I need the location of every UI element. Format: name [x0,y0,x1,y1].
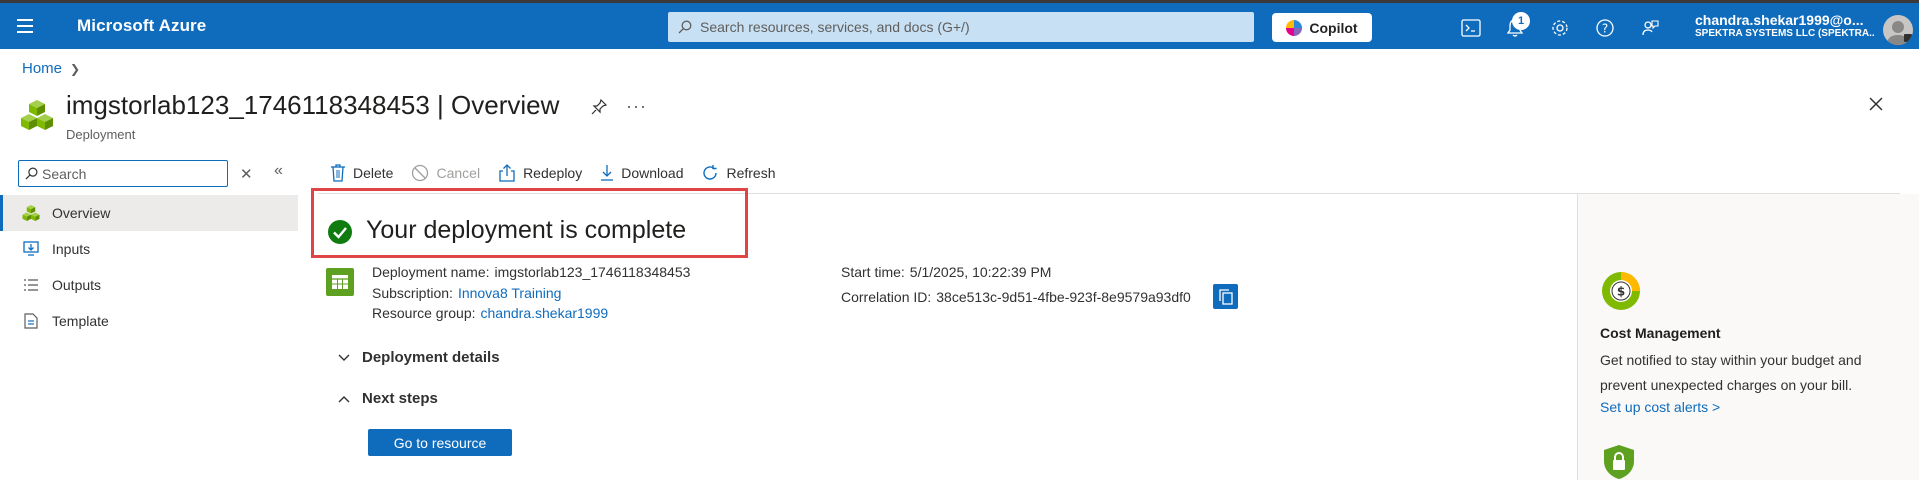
deployment-name-value: imgstorlab123_1746118348453 [494,264,691,280]
chevron-up-icon [338,395,350,402]
close-icon[interactable] [1868,96,1884,115]
account-name: chandra.shekar1999@o... [1695,12,1864,28]
download-label: Download [621,165,684,181]
more-options-icon[interactable]: ··· [626,96,647,117]
trash-icon [331,164,345,182]
refresh-icon [703,165,718,180]
search-icon [25,167,38,180]
set-up-cost-alerts-link[interactable]: Set up cost alerts > [1600,399,1720,415]
command-bar: Delete Cancel Redeploy Download Refresh [330,161,794,185]
cost-management-icon: $ [1600,270,1642,315]
breadcrumb-home-link[interactable]: Home [22,60,62,77]
cancel-button[interactable]: Cancel [411,164,480,182]
delete-button[interactable]: Delete [330,164,393,182]
nav-item-label: Template [52,313,109,329]
pin-icon[interactable] [590,98,608,119]
nav-menu: Overview Inputs Outputs Template [0,195,298,339]
security-shield-icon [1602,444,1636,480]
notification-badge: 1 [1512,12,1530,30]
nav-search-field[interactable] [18,160,228,187]
cloud-shell-icon[interactable] [1460,17,1482,39]
portal-brand[interactable]: Microsoft Azure [77,16,206,36]
deployment-details-label: Deployment details [362,349,500,366]
refresh-button[interactable]: Refresh [701,164,776,182]
settings-gear-icon[interactable] [1549,17,1571,39]
nav-item-inputs[interactable]: Inputs [0,231,298,267]
nav-item-label: Outputs [52,277,102,293]
top-bar: Microsoft Azure Search resources, servic… [0,0,1919,49]
copy-icon [1218,288,1233,305]
svg-text:?: ? [1602,22,1608,36]
resource-group-row: Resource group: chandra.shekar1999 [372,305,608,321]
go-to-resource-button[interactable]: Go to resource [368,429,512,456]
next-steps-label: Next steps [362,390,438,407]
deployment-details-toggle[interactable]: Deployment details [338,349,500,366]
clear-search-icon[interactable]: ✕ [240,165,253,183]
copilot-button[interactable]: Copilot [1272,13,1372,42]
account-org: SPEKTRA SYSTEMS LLC (SPEKTRA... [1695,28,1875,40]
deployment-status-heading: Your deployment is complete [366,216,687,244]
cost-management-title: Cost Management [1600,325,1721,341]
redeploy-button[interactable]: Redeploy [498,164,582,182]
collapse-nav-icon[interactable]: « [274,162,283,180]
correlation-id-row: Correlation ID: 38ce513c-9d51-4fbe-923f-8… [841,289,1191,305]
cost-management-description: Get notified to stay within your budget … [1600,352,1862,393]
avatar[interactable] [1883,15,1913,45]
copilot-label: Copilot [1309,19,1358,36]
deployment-cubes-icon [20,98,54,135]
copilot-icon [1286,19,1303,36]
copy-to-clipboard-button[interactable] [1213,284,1238,309]
deployment-name-row: Deployment name: imgstorlab123_1746118348… [372,264,690,280]
nav-item-template[interactable]: Template [0,303,298,339]
deployment-name-label: Deployment name: [372,264,490,280]
start-time-label: Start time: [841,264,905,280]
next-steps-toggle[interactable]: Next steps [338,390,438,407]
correlation-id-value: 38ce513c-9d51-4fbe-923f-8e9579a93df0 [936,289,1191,305]
nav-item-overview[interactable]: Overview [0,195,298,231]
global-search-placeholder: Search resources, services, and docs (G+… [700,19,970,35]
subscription-label: Subscription: [372,285,453,301]
outputs-icon [22,276,40,294]
correlation-id-label: Correlation ID: [841,289,932,305]
page-subtitle: Deployment [66,127,136,142]
page-title: imgstorlab123_1746118348453 | Overview [66,90,560,120]
global-search-input[interactable]: Search resources, services, and docs (G+… [668,12,1254,42]
resource-group-label: Resource group: [372,305,476,321]
refresh-label: Refresh [726,165,776,181]
download-icon [601,165,614,181]
nav-item-outputs[interactable]: Outputs [0,267,298,303]
menu-icon[interactable] [17,14,41,38]
account-menu[interactable]: chandra.shekar1999@o... SPEKTRA SYSTEMS … [1695,12,1875,40]
template-icon [22,312,40,330]
svg-text:$: $ [1617,285,1625,299]
cancel-label: Cancel [436,165,481,181]
subscription-row: Subscription: Innova8 Training [372,285,561,301]
start-time-row: Start time: 5/1/2025, 10:22:39 PM [841,264,1051,280]
chevron-down-icon [338,354,350,361]
download-button[interactable]: Download [600,164,683,182]
breadcrumb: Home ❯ [22,60,80,77]
resource-group-link[interactable]: chandra.shekar1999 [481,305,609,321]
deployment-calendar-icon [326,268,354,299]
delete-label: Delete [353,165,394,181]
nav-item-label: Overview [52,205,111,221]
nav-item-label: Inputs [52,241,91,257]
help-icon[interactable]: ? [1594,17,1616,39]
redeploy-icon [499,164,515,182]
panel-divider [1577,194,1578,480]
subscription-link[interactable]: Innova8 Training [458,285,562,301]
feedback-icon[interactable] [1639,17,1661,39]
redeploy-label: Redeploy [523,165,583,181]
chevron-right-icon: ❯ [70,61,81,76]
start-time-value: 5/1/2025, 10:22:39 PM [909,264,1052,280]
nav-search-input[interactable] [42,165,212,182]
inputs-icon [22,240,40,258]
overview-icon [22,204,40,222]
cancel-circle-icon [412,164,429,182]
search-icon [678,20,692,34]
success-check-icon [327,219,353,248]
